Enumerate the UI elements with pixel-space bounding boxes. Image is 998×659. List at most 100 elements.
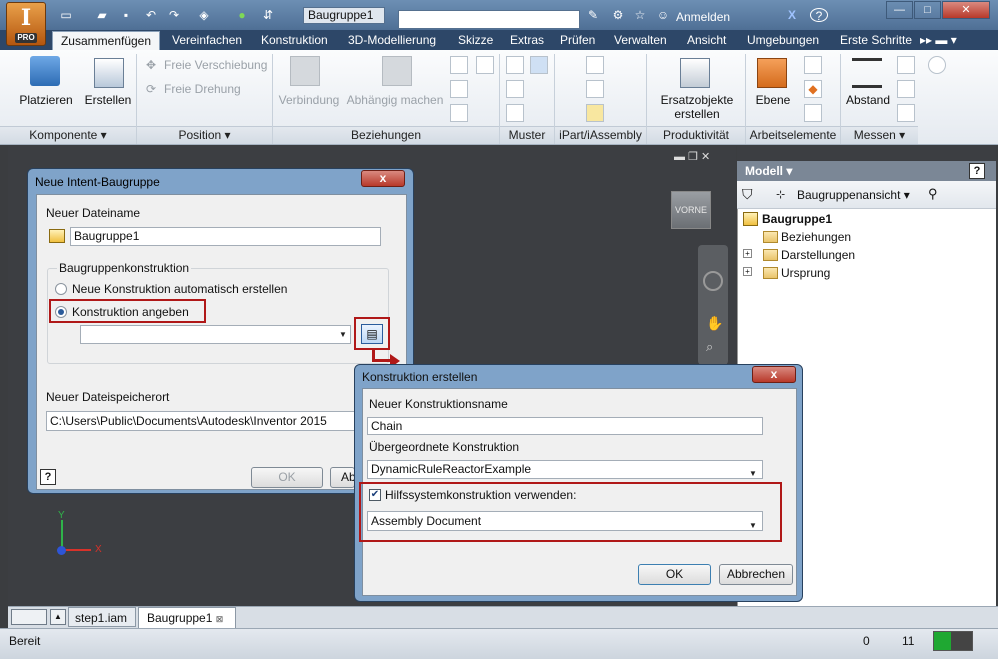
exchange-x-icon[interactable]: X bbox=[784, 8, 800, 22]
application-menu-button[interactable]: I PRO bbox=[6, 2, 46, 46]
appearance-icon[interactable]: ◈ bbox=[196, 8, 212, 22]
axis-icon[interactable] bbox=[804, 56, 822, 74]
dialog1-help-button[interactable]: ? bbox=[40, 469, 56, 485]
close-tab-icon[interactable]: ⊠ bbox=[216, 614, 224, 624]
tree-item-beziehungen[interactable]: Beziehungen bbox=[781, 230, 851, 244]
undo-icon[interactable]: ↶ bbox=[143, 8, 159, 22]
radio-specify-label[interactable]: Konstruktion angeben bbox=[72, 305, 189, 319]
tab-3d-modellierung[interactable]: 3D-Modellierung bbox=[348, 31, 436, 50]
search-input[interactable] bbox=[398, 10, 580, 29]
browser-title[interactable]: Modell ▾ bbox=[737, 161, 996, 181]
relationship-tool-2-icon[interactable] bbox=[476, 56, 494, 74]
zoom-icon[interactable]: ⌕ bbox=[706, 339, 713, 355]
auxiliary-system-checkbox[interactable]: ✔ bbox=[369, 489, 381, 501]
minimize-button[interactable]: — bbox=[886, 1, 913, 19]
relationship-tool-1-icon[interactable] bbox=[450, 56, 468, 74]
dialog1-ok-button[interactable]: OK bbox=[251, 467, 323, 488]
auxiliary-system-label[interactable]: Hilfssystemkonstruktion verwenden: bbox=[385, 488, 576, 502]
platzieren-button[interactable]: Platzieren bbox=[18, 93, 74, 107]
abstand-button[interactable]: Abstand bbox=[843, 93, 893, 107]
ersatzobjekte-line2[interactable]: erstellen bbox=[652, 107, 742, 121]
tab-scroll-up-icon[interactable]: ▲ bbox=[50, 609, 66, 625]
favorites-star-icon[interactable]: ☆ bbox=[632, 8, 648, 22]
erstellen-button[interactable]: Erstellen bbox=[82, 93, 134, 107]
dialog1-close-button[interactable]: x bbox=[361, 170, 405, 187]
mirror-icon[interactable] bbox=[506, 80, 524, 98]
abhaengig-machen-button[interactable]: Abhängig machen bbox=[344, 93, 446, 107]
dialog2-close-button[interactable]: x bbox=[752, 366, 796, 383]
doc-tab-baugruppe1[interactable]: Baugruppe1 ⊠ bbox=[138, 607, 236, 628]
tile-windows-icon[interactable] bbox=[11, 609, 47, 625]
pattern-icon[interactable] bbox=[506, 56, 524, 74]
location-input[interactable]: C:\Users\Public\Documents\Autodesk\Inven… bbox=[46, 411, 356, 431]
tab-extras[interactable]: Extras bbox=[510, 31, 544, 50]
filename-input[interactable]: Baugruppe1 bbox=[70, 227, 381, 246]
place-component-icon[interactable] bbox=[30, 56, 60, 86]
measure-area-icon[interactable] bbox=[897, 104, 915, 122]
redo-icon[interactable]: ↷ bbox=[166, 8, 182, 22]
new-file-icon[interactable]: ▭ bbox=[58, 8, 74, 22]
help-button[interactable]: ? bbox=[810, 8, 828, 23]
substitute-icon[interactable] bbox=[680, 58, 710, 88]
maximize-button[interactable]: □ bbox=[914, 1, 941, 19]
tab-zusammenfuegen[interactable]: Zusammenfügen bbox=[52, 31, 160, 51]
radio-specify[interactable] bbox=[55, 306, 67, 318]
measure-distance-icon[interactable] bbox=[852, 58, 882, 88]
close-window-button[interactable]: ✕ bbox=[942, 1, 990, 19]
freie-verschiebung-button[interactable]: Freie Verschiebung bbox=[164, 58, 267, 72]
steering-wheel-icon[interactable] bbox=[703, 271, 723, 291]
ebene-button[interactable]: Ebene bbox=[750, 93, 796, 107]
radio-auto[interactable] bbox=[55, 283, 67, 295]
filter-icon[interactable]: ⛉ bbox=[742, 186, 753, 203]
update-icon[interactable]: ⇵ bbox=[260, 8, 276, 22]
open-file-icon[interactable]: ▰ bbox=[94, 8, 110, 22]
assembly-view-dropdown[interactable]: Baugruppenansicht ▾ bbox=[797, 188, 910, 202]
parent-construction-select[interactable]: DynamicRuleReactorExample ▼ bbox=[367, 460, 763, 479]
ipart-table-icon[interactable] bbox=[586, 80, 604, 98]
expand-toggle-icon[interactable]: + bbox=[743, 249, 752, 258]
measure-loop-icon[interactable] bbox=[897, 80, 915, 98]
tab-konstruktion[interactable]: Konstruktion bbox=[261, 31, 328, 50]
panel-label-messen[interactable]: Messen ▾ bbox=[841, 126, 918, 144]
relationship-tool-4-icon[interactable] bbox=[450, 104, 468, 122]
navigation-bar[interactable]: ✋ ⌕ bbox=[698, 245, 728, 365]
tab-ansicht[interactable]: Ansicht bbox=[687, 31, 726, 50]
save-icon[interactable]: ▪ bbox=[118, 8, 134, 22]
ribbon-options-icon[interactable] bbox=[928, 56, 946, 74]
copy-icon[interactable] bbox=[506, 104, 524, 122]
wrench-icon[interactable]: ✎ bbox=[585, 8, 601, 22]
plane-icon[interactable] bbox=[757, 58, 787, 88]
tab-umgebungen[interactable]: Umgebungen bbox=[747, 31, 819, 50]
tab-overflow-icon[interactable]: ▸▸ ▬ ▾ bbox=[920, 31, 957, 50]
tab-erste-schritte[interactable]: Erste Schritte bbox=[840, 31, 912, 50]
tab-pruefen[interactable]: Prüfen bbox=[560, 31, 595, 50]
point-icon[interactable]: ◆ bbox=[804, 80, 822, 98]
traffic-light-icon[interactable]: ● bbox=[234, 8, 250, 22]
find-binoculars-icon[interactable]: ⚲ bbox=[928, 186, 938, 202]
construction-name-input[interactable]: Chain bbox=[367, 417, 763, 435]
measure-angle-icon[interactable] bbox=[897, 56, 915, 74]
ersatzobjekte-line1[interactable]: Ersatzobjekte bbox=[652, 93, 742, 107]
signin-link[interactable]: Anmelden bbox=[676, 10, 730, 24]
radio-auto-label[interactable]: Neue Konstruktion automatisch erstellen bbox=[72, 282, 287, 296]
tab-vereinfachen[interactable]: Vereinfachen bbox=[172, 31, 242, 50]
pattern-rect-icon[interactable] bbox=[530, 56, 548, 74]
tree-item-ursprung[interactable]: Ursprung bbox=[781, 266, 830, 280]
doc-tab-step1[interactable]: step1.iam bbox=[68, 607, 136, 627]
new-construction-button[interactable]: ▤ bbox=[361, 324, 383, 344]
panel-label-komponente[interactable]: Komponente ▾ bbox=[0, 126, 136, 144]
freie-drehung-button[interactable]: Freie Drehung bbox=[164, 82, 241, 96]
subscription-icon[interactable]: ⚙ bbox=[610, 8, 626, 22]
dialog1-cancel-button[interactable]: Ab bbox=[330, 467, 355, 488]
dialog2-cancel-button[interactable]: Abbrechen bbox=[719, 564, 793, 585]
relationship-tool-3-icon[interactable] bbox=[450, 80, 468, 98]
ucs-icon[interactable] bbox=[804, 104, 822, 122]
verbindung-button[interactable]: Verbindung bbox=[276, 93, 342, 107]
ipart-add-icon[interactable] bbox=[586, 56, 604, 74]
create-component-icon[interactable] bbox=[94, 58, 124, 88]
tree-item-baugruppe1[interactable]: Baugruppe1 bbox=[762, 212, 832, 226]
auxiliary-system-select[interactable]: Assembly Document ▼ bbox=[367, 511, 763, 531]
tab-verwalten[interactable]: Verwalten bbox=[614, 31, 667, 50]
ipart-edit-icon[interactable] bbox=[586, 104, 604, 122]
browser-help-button[interactable]: ? bbox=[969, 163, 985, 179]
